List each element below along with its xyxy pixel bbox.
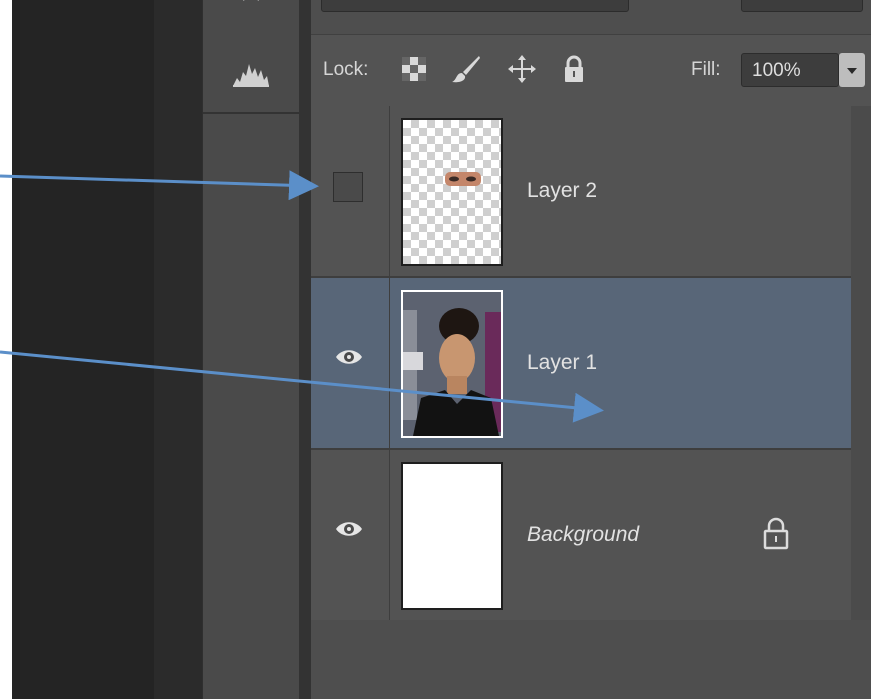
- opacity-field[interactable]: [741, 0, 863, 12]
- layer-thumbnail: [401, 462, 503, 610]
- layer-name: Layer 1: [527, 351, 598, 374]
- dock-separator: [203, 112, 299, 114]
- lock-icon: [763, 517, 789, 550]
- layer-thumbnail: [401, 290, 503, 438]
- layer-thumbnail: [401, 118, 503, 266]
- layer-name: Background: [527, 523, 640, 546]
- lock-label: Lock:: [323, 59, 369, 80]
- eyes-patch-image: [445, 172, 481, 186]
- fill-dropdown-button[interactable]: [839, 53, 865, 87]
- layer-row-layer-1[interactable]: Layer 1: [311, 278, 851, 450]
- visibility-cell[interactable]: [311, 106, 390, 276]
- canvas-area: [12, 0, 154, 699]
- layer-row-layer-2[interactable]: Layer 2: [311, 106, 851, 278]
- histogram-icon[interactable]: [231, 58, 271, 88]
- lock-transparent-pixels-icon[interactable]: [399, 54, 429, 84]
- lock-position-icon[interactable]: [507, 54, 537, 84]
- portrait-photo-image: [403, 292, 501, 436]
- lock-all-icon[interactable]: [559, 54, 589, 84]
- panel-dock-icons: [202, 0, 300, 699]
- layer-name: Layer 2: [527, 179, 598, 202]
- canvas-edge: [154, 0, 202, 699]
- photoshop-window: Lock: Fill: 100% Layer 2 Layer 1 Backgro…: [12, 0, 871, 699]
- panel-scrollbar[interactable]: [851, 106, 871, 699]
- panel-empty-area: [311, 620, 871, 699]
- lock-image-pixels-icon[interactable]: [451, 54, 481, 84]
- lock-bar: Lock: Fill: 100%: [311, 34, 871, 108]
- layers-panel: Lock: Fill: 100% Layer 2 Layer 1 Backgro…: [311, 0, 871, 699]
- visibility-off-box[interactable]: [333, 172, 363, 202]
- fill-field[interactable]: 100%: [741, 53, 839, 87]
- fill-label: Fill:: [691, 59, 721, 80]
- eye-icon[interactable]: [335, 348, 363, 366]
- visibility-cell[interactable]: [311, 278, 390, 448]
- eye-icon[interactable]: [335, 520, 363, 538]
- panel-border: [299, 0, 311, 699]
- blend-mode-field[interactable]: [321, 0, 629, 12]
- layer-row-background[interactable]: Background: [311, 450, 851, 622]
- fill-value: 100%: [752, 60, 801, 81]
- visibility-cell[interactable]: [311, 450, 390, 620]
- adjustment-icon[interactable]: [233, 0, 269, 6]
